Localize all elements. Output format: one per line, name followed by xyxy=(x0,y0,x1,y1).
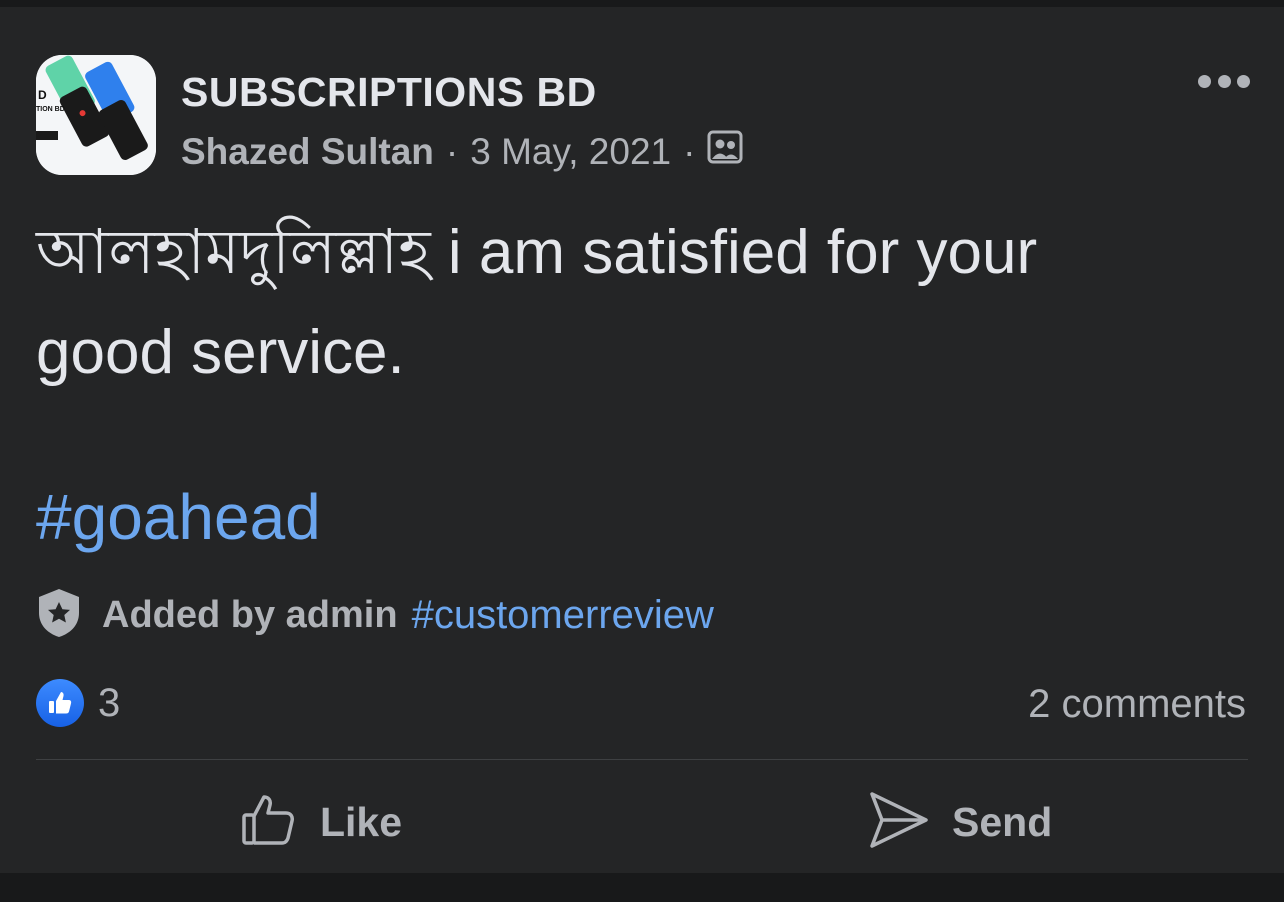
post-body: আলহামদুলিল্লাহ i am satisfied for your g… xyxy=(36,203,1236,403)
topic-row: Added by admin #customerreview xyxy=(36,587,714,644)
like-label: Like xyxy=(320,798,403,845)
post-hashtag[interactable]: #goahead xyxy=(36,477,321,557)
reaction-summary[interactable]: 3 xyxy=(36,679,120,727)
thumbs-up-icon xyxy=(240,791,298,854)
divider xyxy=(36,759,1248,760)
meta-separator: · xyxy=(445,130,459,172)
comments-count[interactable]: 2 comments xyxy=(1028,679,1246,729)
admin-badge-icon xyxy=(36,587,82,644)
topic-hashtag[interactable]: #customerreview xyxy=(412,593,714,638)
more-dots-icon[interactable] xyxy=(1198,71,1250,91)
send-label: Send xyxy=(952,798,1053,845)
dot xyxy=(1237,74,1250,88)
meta-separator: · xyxy=(683,130,696,172)
group-avatar[interactable]: D TION BD xyxy=(36,55,156,175)
send-button[interactable]: Send xyxy=(868,789,1052,855)
author-name[interactable]: Shazed Sultan xyxy=(181,131,434,173)
added-by-label: Added by admin xyxy=(102,593,398,636)
send-icon xyxy=(868,790,930,855)
post-meta: Shazed Sultan · 3 May, 2021 · xyxy=(181,129,743,174)
dot xyxy=(1198,74,1211,88)
like-button[interactable]: Like xyxy=(240,789,402,855)
like-reaction-icon xyxy=(36,679,84,727)
post-card: D TION BD SUBSCRIPTIONS BD Shazed Sultan… xyxy=(0,7,1284,873)
post-date[interactable]: 3 May, 2021 xyxy=(470,131,671,173)
dot xyxy=(1217,74,1231,88)
group-members-icon xyxy=(707,129,743,174)
group-logo-image: D TION BD xyxy=(36,55,156,175)
svg-text:D: D xyxy=(38,88,47,102)
post-text-line: আলহামদুলিল্লাহ i am satisfied for your xyxy=(36,218,1038,287)
svg-text:TION BD: TION BD xyxy=(36,106,65,113)
group-name[interactable]: SUBSCRIPTIONS BD xyxy=(181,69,597,116)
post-text-line: good service. xyxy=(36,318,405,387)
feed-background xyxy=(0,873,1284,902)
like-count: 3 xyxy=(98,680,121,725)
